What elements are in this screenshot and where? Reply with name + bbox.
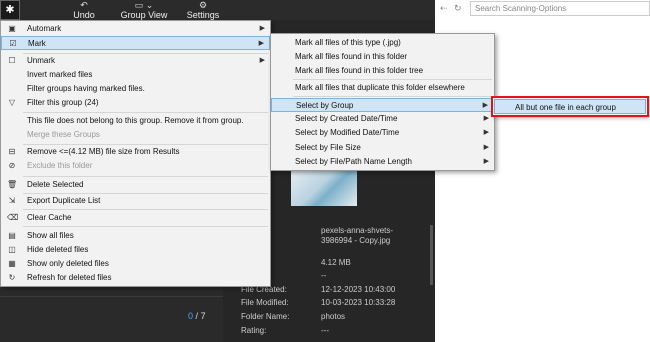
menu-item-show-only-deleted[interactable]: ▦ Show only deleted files [1,257,270,271]
mark-icon: ☑ [9,39,17,48]
chevron-right-icon: ▶ [483,158,489,165]
undo-icon: ↶ [80,0,88,10]
menu-item-invert-marked[interactable]: Invert marked files [1,68,270,82]
context-menu: ▣ Automark ▶ ☑ Mark ▶ ☐ Unmark ▶ Invert … [0,20,271,287]
menu-item-select-by-modified[interactable]: Select by Modified Date/Time ▶ [271,126,494,140]
menu-item-exclude-folder: ⊘ Exclude this folder [1,159,270,173]
chevron-right-icon: ▶ [259,57,265,64]
toolbar: ✱ ↶ Undo ▭ ⌄ Group View ⚙ Settings [0,0,435,20]
filter-icon: ▽ [8,98,16,107]
settings-button[interactable]: ⚙ Settings [183,0,223,20]
menu-item-mark-folder[interactable]: Mark all files found in this folder [271,50,494,64]
menu-item-filter-this-group[interactable]: ▽ Filter this group (24) [1,96,270,110]
mark-submenu: Mark all files of this type (.jpg) Mark … [270,33,495,171]
group-view-button[interactable]: ▭ ⌄ Group View [116,0,172,20]
pager: 0 / 7 [188,311,206,321]
chevron-right-icon: ▶ [259,25,265,32]
menu-item-select-by-path-length[interactable]: Select by File/Path Name Length ▶ [271,155,494,169]
undo-button[interactable]: ↶ Undo [70,0,98,20]
group-view-icon: ▭ ⌄ [134,0,154,10]
menu-separator [293,79,492,80]
unmark-icon: ☐ [8,56,16,65]
menu-item-unmark[interactable]: ☐ Unmark ▶ [1,54,270,68]
menu-item-clear-cache[interactable]: ⌫ Clear Cache [1,211,270,225]
pager-total: 7 [200,311,206,321]
menu-item-remove-from-group[interactable]: This file does not belong to this group.… [1,114,270,128]
back-arrow-icon[interactable]: ⇠ [440,3,448,14]
chevron-right-icon: ▶ [483,129,489,136]
chevron-right-icon: ▶ [258,40,264,47]
menu-item-mark-duplicate-folder[interactable]: Mark all files that duplicate this folde… [271,81,494,95]
menu-item-hide-deleted[interactable]: ◫ Hide deleted files [1,243,270,257]
menu-separator [23,226,268,227]
menu-separator [23,112,268,113]
export-icon: ⇲ [8,196,16,205]
app-logo-icon[interactable]: ✱ [0,0,20,20]
menu-item-automark[interactable]: ▣ Automark ▶ [1,22,270,36]
hide-icon: ◫ [8,245,16,254]
menu-item-delete-selected[interactable]: 🗑 Delete Selected [1,178,270,192]
menu-item-merge-groups: Merge these Groups [27,130,100,139]
chevron-right-icon: ▶ [483,144,489,151]
menu-item-remove-file-size[interactable]: ⊟ Remove <=(4.12 MB) file size from Resu… [1,145,270,159]
deleted-files-icon: ▦ [8,259,16,268]
menu-separator [23,209,268,210]
menu-separator [293,96,492,97]
menu-item-export-list[interactable]: ⇲ Export Duplicate List [1,194,270,208]
show-all-icon: ▤ [8,231,16,240]
eraser-icon: ⌫ [7,213,19,222]
menu-item-mark[interactable]: ☑ Mark ▶ [1,36,270,50]
menu-item-refresh-deleted[interactable]: ↻ Refresh for deleted files [1,271,270,285]
chevron-right-icon: ▶ [483,115,489,122]
menu-item-mark-file-type[interactable]: Mark all files of this type (.jpg) [271,36,494,50]
menu-item-select-by-group[interactable]: Select by Group ▶ [271,98,494,112]
exclude-folder-icon: ⊘ [8,161,16,170]
refresh-icon: ↻ [8,273,16,282]
preview-thumbnail[interactable] [291,168,357,206]
search-input[interactable]: Search Scanning-Options [470,1,650,16]
menu-item-select-by-size[interactable]: Select by File Size ▶ [271,141,494,155]
menu-item-mark-folder-tree[interactable]: Mark all files found in this folder tree [271,64,494,78]
highlight-callout [491,96,649,117]
gear-icon: ⚙ [198,0,208,10]
menu-item-show-all-files[interactable]: ▤ Show all files [1,229,270,243]
trash-icon: 🗑 [7,180,18,189]
refresh-icon[interactable]: ↻ [454,3,462,14]
details-scrollbar[interactable] [430,225,433,285]
pager-separator: / [195,311,199,321]
menu-separator [23,176,268,177]
chevron-right-icon: ▶ [482,102,488,109]
menu-item-select-by-created[interactable]: Select by Created Date/Time ▶ [271,112,494,126]
panel-divider [0,296,223,297]
automark-icon: ▣ [8,24,16,33]
pager-current: 0 [188,311,194,321]
remove-icon: ⊟ [8,147,16,156]
menu-item-filter-groups-marked[interactable]: Filter groups having marked files. [1,82,270,96]
